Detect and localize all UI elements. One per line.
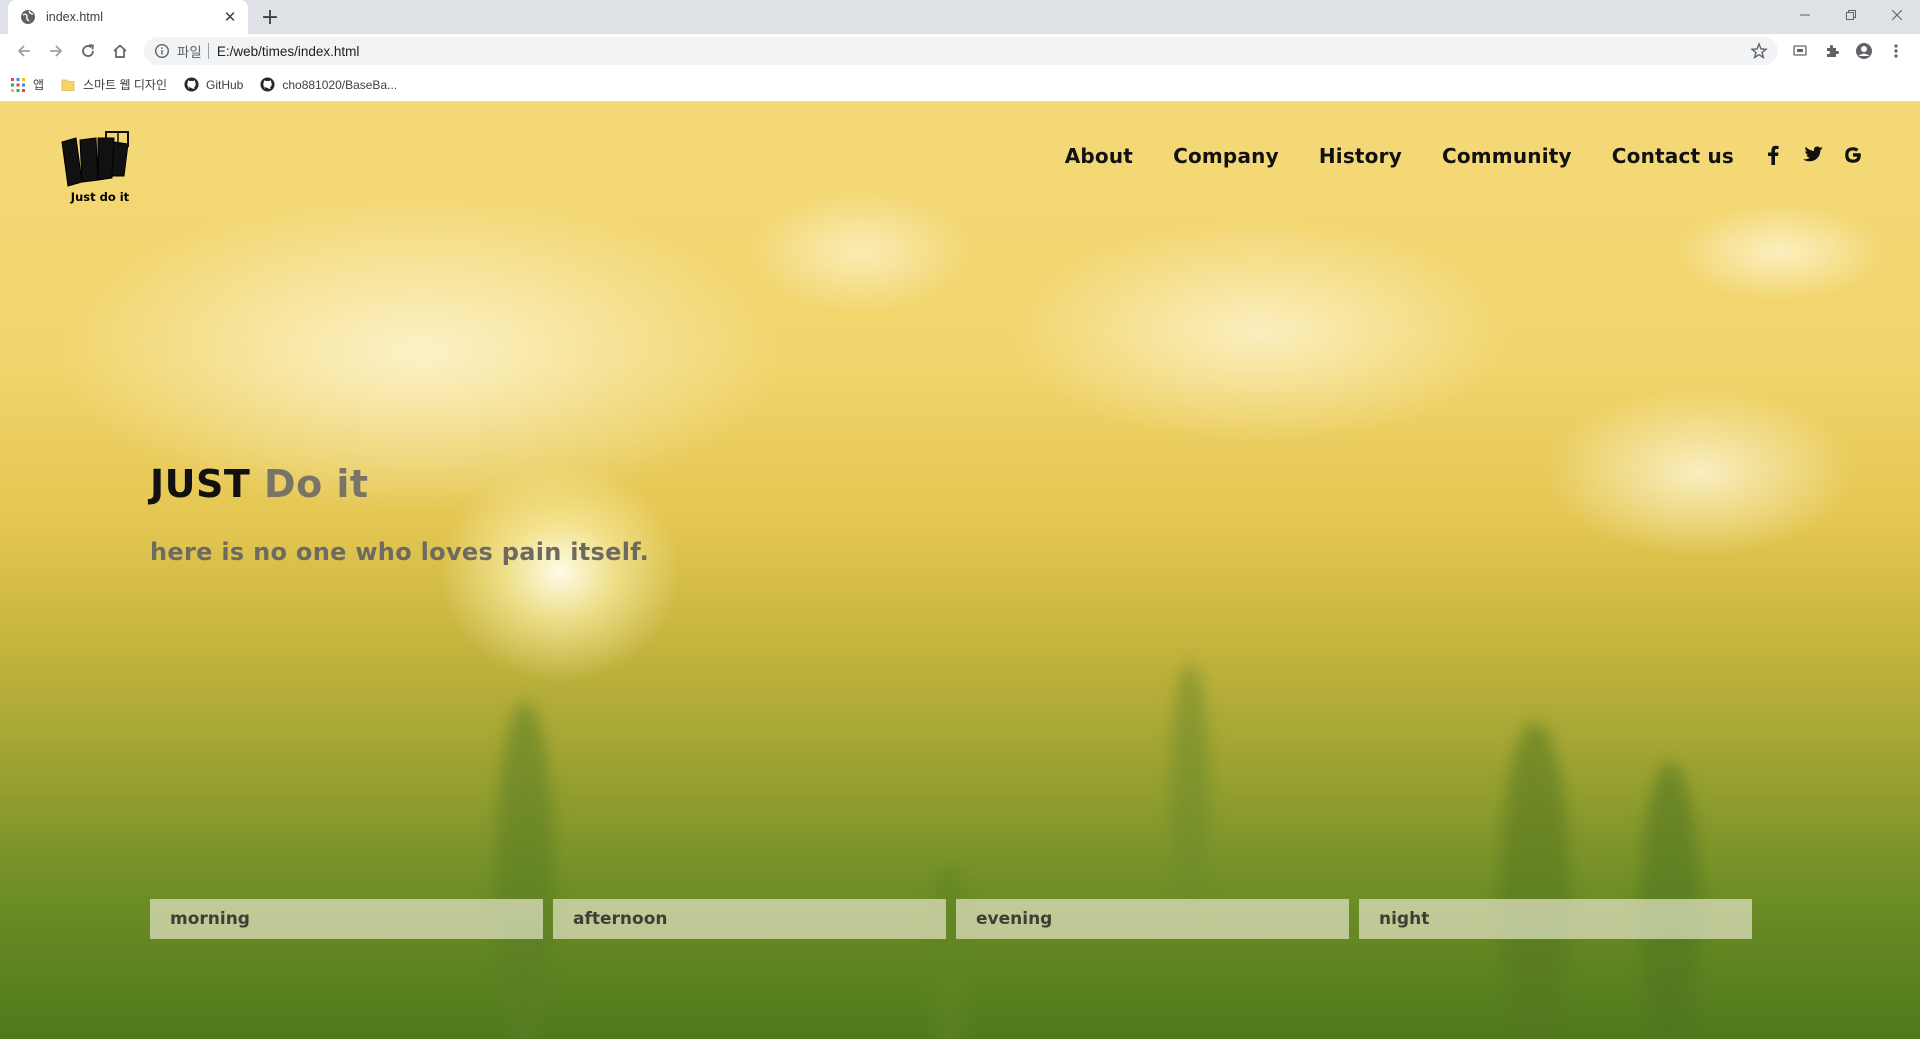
bookmark-basebase[interactable]: cho881020/BaseBa... xyxy=(259,77,397,93)
bookmark-apps[interactable]: 앱 xyxy=(10,76,44,93)
nav-about[interactable]: About xyxy=(1065,144,1133,168)
minimize-button[interactable] xyxy=(1782,0,1828,30)
back-button[interactable] xyxy=(8,37,40,65)
folder-icon xyxy=(60,77,76,93)
google-icon[interactable] xyxy=(1842,144,1864,166)
hero-title-light: Do it xyxy=(264,462,369,506)
background-decoration xyxy=(495,702,555,1039)
tab-title: index.html xyxy=(46,10,103,24)
home-button[interactable] xyxy=(104,37,136,65)
hero-title-strong: JUST xyxy=(150,462,251,506)
restore-button[interactable] xyxy=(1828,0,1874,30)
twitter-icon[interactable] xyxy=(1802,144,1824,166)
social-links xyxy=(1762,144,1864,166)
bookmark-label: GitHub xyxy=(206,77,244,92)
time-tab-afternoon[interactable]: afternoon xyxy=(553,899,946,939)
bookmark-folder-smart-web[interactable]: 스마트 웹 디자인 xyxy=(60,76,167,93)
github-icon xyxy=(259,77,275,93)
profile-avatar-icon[interactable] xyxy=(1848,37,1880,65)
nav-company[interactable]: Company xyxy=(1173,144,1279,168)
hero-subtitle: here is no one who loves pain itself. xyxy=(150,538,650,566)
tab-close-icon[interactable]: ✕ xyxy=(222,8,238,26)
main-nav: About Company History Community Contact … xyxy=(1065,144,1734,168)
reload-button[interactable] xyxy=(72,37,104,65)
hero-title: JUST Do it xyxy=(150,462,369,506)
reload-icon xyxy=(82,44,94,57)
page-viewport: Just do it About Company History Communi… xyxy=(0,102,1920,1039)
address-bar[interactable]: 파일 E:/web/times/index.html xyxy=(144,37,1778,65)
background-decoration xyxy=(1170,662,1210,922)
url-text[interactable]: E:/web/times/index.html xyxy=(217,44,1750,59)
globe-icon xyxy=(20,9,36,25)
info-icon[interactable] xyxy=(154,43,170,59)
time-tabs: morning afternoon evening night xyxy=(150,899,1752,939)
bookmark-label: 앱 xyxy=(33,78,45,92)
nav-contact-us[interactable]: Contact us xyxy=(1612,144,1734,168)
github-icon xyxy=(183,77,199,93)
browser-tabstrip: index.html ✕ + xyxy=(0,0,1920,34)
browser-tab[interactable]: index.html ✕ xyxy=(8,0,248,34)
time-tab-night[interactable]: night xyxy=(1359,899,1752,939)
logo-mark-icon xyxy=(61,131,129,187)
logo-text: Just do it xyxy=(70,190,130,204)
apps-grid-icon xyxy=(10,77,26,93)
home-icon xyxy=(113,44,127,58)
bookmark-label: cho881020/BaseBa... xyxy=(282,77,398,92)
close-window-button[interactable] xyxy=(1874,0,1920,30)
bookmark-github[interactable]: GitHub xyxy=(183,77,243,93)
nav-community[interactable]: Community xyxy=(1442,144,1572,168)
bookmark-star-icon[interactable] xyxy=(1750,42,1768,60)
scheme-label: 파일 xyxy=(177,45,202,60)
window-controls xyxy=(1782,0,1920,30)
forward-arrow-icon xyxy=(50,45,63,57)
browser-toolbar: 파일 E:/web/times/index.html xyxy=(0,34,1920,68)
time-tab-morning[interactable]: morning xyxy=(150,899,543,939)
menu-kebab-icon[interactable] xyxy=(1880,37,1912,65)
extensions-puzzle-icon[interactable] xyxy=(1816,37,1848,65)
bookmarks-bar: 앱 스마트 웹 디자인 GitHub cho881020/BaseBa... xyxy=(0,68,1920,102)
site-logo[interactable]: Just do it xyxy=(58,128,142,208)
cast-icon[interactable] xyxy=(1784,37,1816,65)
nav-history[interactable]: History xyxy=(1319,144,1402,168)
back-arrow-icon xyxy=(17,45,30,57)
time-tab-evening[interactable]: evening xyxy=(956,899,1349,939)
bookmark-label: 스마트 웹 디자인 xyxy=(83,78,167,92)
omnibox-divider xyxy=(207,43,209,59)
forward-button[interactable] xyxy=(40,37,72,65)
new-tab-button[interactable]: + xyxy=(258,6,282,30)
facebook-icon[interactable] xyxy=(1762,144,1784,166)
